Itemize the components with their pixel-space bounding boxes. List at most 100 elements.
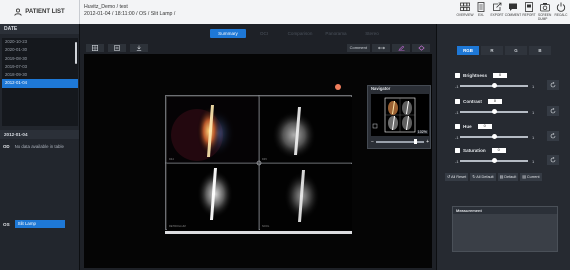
refresh-icon xyxy=(550,108,556,114)
tab-b[interactable]: B xyxy=(529,46,551,55)
grid-layout-button[interactable] xyxy=(86,44,104,52)
slit-lamp-image xyxy=(260,97,352,163)
saturation-label: Saturation xyxy=(463,148,486,153)
saturation-checkbox[interactable] xyxy=(455,148,460,153)
contrast-slider[interactable] xyxy=(460,109,528,115)
contrast-knob[interactable] xyxy=(491,109,497,115)
quad-label: RETROILLUM xyxy=(169,225,186,228)
current-button[interactable]: ▤ Current xyxy=(520,173,542,181)
hue-value[interactable]: 0 xyxy=(477,124,492,129)
brightness-knob[interactable] xyxy=(491,83,497,89)
brightness-value[interactable]: 0 xyxy=(493,73,507,78)
quad-image[interactable]: RETROILLUM xyxy=(167,164,259,230)
contrast-checkbox[interactable] xyxy=(455,99,460,104)
contrast-reset-button[interactable] xyxy=(547,106,559,116)
hue-checkbox[interactable] xyxy=(455,124,460,129)
pen-icon xyxy=(397,45,405,51)
overview-button[interactable]: OVERVIEW xyxy=(456,2,474,22)
export-label: EXPORT xyxy=(490,13,504,17)
saturation-knob[interactable] xyxy=(491,158,497,164)
date-list-scrollbar[interactable] xyxy=(75,42,77,64)
brightness-max: 1 xyxy=(532,83,535,89)
saturation-reset-button[interactable] xyxy=(547,155,559,165)
zoom-knob[interactable] xyxy=(414,139,418,145)
od-row: OD No data available in table xyxy=(3,144,64,149)
date-item-selected[interactable]: 2012-01-04 xyxy=(2,79,78,88)
refresh-icon xyxy=(550,82,556,88)
export-button[interactable]: EXPORT xyxy=(490,2,504,22)
navigator-title: Navigator xyxy=(371,86,391,91)
list-layout-icon xyxy=(114,45,120,51)
date-item[interactable]: 2019-07-03 xyxy=(2,63,78,71)
zoom-out-button[interactable]: − xyxy=(371,139,374,145)
viewer-scrollbar[interactable] xyxy=(165,231,352,234)
date-item[interactable]: 2020-10-23 xyxy=(2,38,78,46)
saturation-value[interactable]: 0 xyxy=(491,148,506,153)
quad-label: D44 xyxy=(169,158,174,161)
date-item[interactable]: 2019-08-30 xyxy=(2,55,78,63)
erase-button[interactable] xyxy=(412,44,430,52)
ruler-button[interactable] xyxy=(372,44,390,52)
quad-image[interactable]: NOOL xyxy=(260,164,352,230)
date-item[interactable]: 2020-01-30 xyxy=(2,46,78,54)
tab-panorama[interactable]: Panorama xyxy=(318,29,354,38)
date-item[interactable]: 2018-09-30 xyxy=(2,71,78,79)
screen-dump-button[interactable]: SCREEN DUMP xyxy=(538,2,552,22)
tab-oci[interactable]: OCI xyxy=(246,29,282,38)
measurement-panel: Measurement xyxy=(452,206,558,252)
comment-toolbar-button[interactable]: COMMENT xyxy=(505,2,521,22)
contrast-max: 1 xyxy=(532,109,535,115)
download-button[interactable] xyxy=(130,44,148,52)
tab-summary[interactable]: Summary xyxy=(210,29,246,38)
all-default-label: All Default xyxy=(476,175,494,179)
patient-list-label: PATIENT LIST xyxy=(25,9,65,15)
hue-control: Hue 0 -1 1 xyxy=(455,124,565,144)
hue-reset-button[interactable] xyxy=(547,131,559,141)
recalc-button[interactable]: RECALC xyxy=(554,2,568,22)
draw-button[interactable] xyxy=(392,44,410,52)
list-layout-button[interactable] xyxy=(108,44,126,52)
saturation-slider[interactable] xyxy=(460,158,528,164)
adjust-panel: RGB R G B Brightness 0 -1 1 Contrast 0 -… xyxy=(436,24,570,270)
screen-dump-label: SCREEN DUMP xyxy=(538,13,552,21)
download-icon xyxy=(136,45,142,51)
tab-g[interactable]: G xyxy=(505,46,527,55)
grid-layout-icon xyxy=(92,45,98,51)
view-tools xyxy=(86,44,148,52)
saturation-control: Saturation 0 -1 1 xyxy=(455,148,565,168)
brightness-checkbox[interactable] xyxy=(455,73,460,78)
zoom-in-button[interactable]: + xyxy=(426,139,429,145)
report-button[interactable]: REPORT xyxy=(522,2,536,22)
all-default-button[interactable]: ↻ All Default xyxy=(470,173,496,181)
measurement-title: Measurement xyxy=(453,207,557,214)
center-panel: Summary OCI Comparison Panorama Stereo C… xyxy=(80,24,436,270)
tab-r[interactable]: R xyxy=(481,46,503,55)
hue-slider[interactable] xyxy=(460,134,528,140)
image-viewer[interactable]: D44 D45 RETROILLUM NOOL Navigator 102% −… xyxy=(84,54,432,268)
all-reset-button[interactable]: ↺ All Reset xyxy=(445,173,469,181)
zoom-track[interactable] xyxy=(375,139,425,145)
quad-image[interactable]: D45 xyxy=(260,97,352,163)
status-dot xyxy=(335,84,341,90)
slit-lamp-image xyxy=(167,164,259,230)
slit-lamp-item[interactable]: Slit Lamp xyxy=(14,220,65,228)
contrast-label: Contrast xyxy=(463,99,482,104)
tab-comparison[interactable]: Comparison xyxy=(282,29,318,38)
refresh-icon xyxy=(550,133,556,139)
recalc-label: RECALC xyxy=(554,13,568,17)
quad-image[interactable]: D44 xyxy=(167,97,259,163)
current-label: Current xyxy=(526,175,540,179)
os-label: OS xyxy=(3,221,10,227)
hue-knob[interactable] xyxy=(491,134,497,140)
exl-button[interactable]: EXL xyxy=(474,2,488,22)
tab-stereo[interactable]: Stereo xyxy=(354,29,390,38)
navigator-zoom-slider[interactable]: − + xyxy=(371,139,429,145)
brightness-reset-button[interactable] xyxy=(547,80,559,90)
comment-button[interactable]: Comment xyxy=(346,44,370,52)
default-button[interactable]: ▤ Default xyxy=(497,173,519,181)
tab-rgb[interactable]: RGB xyxy=(457,46,479,55)
contrast-value[interactable]: 0 xyxy=(487,99,502,104)
patient-list-button[interactable]: PATIENT LIST xyxy=(0,0,80,24)
brightness-slider[interactable] xyxy=(460,83,528,89)
quad-label: D45 xyxy=(262,158,267,161)
